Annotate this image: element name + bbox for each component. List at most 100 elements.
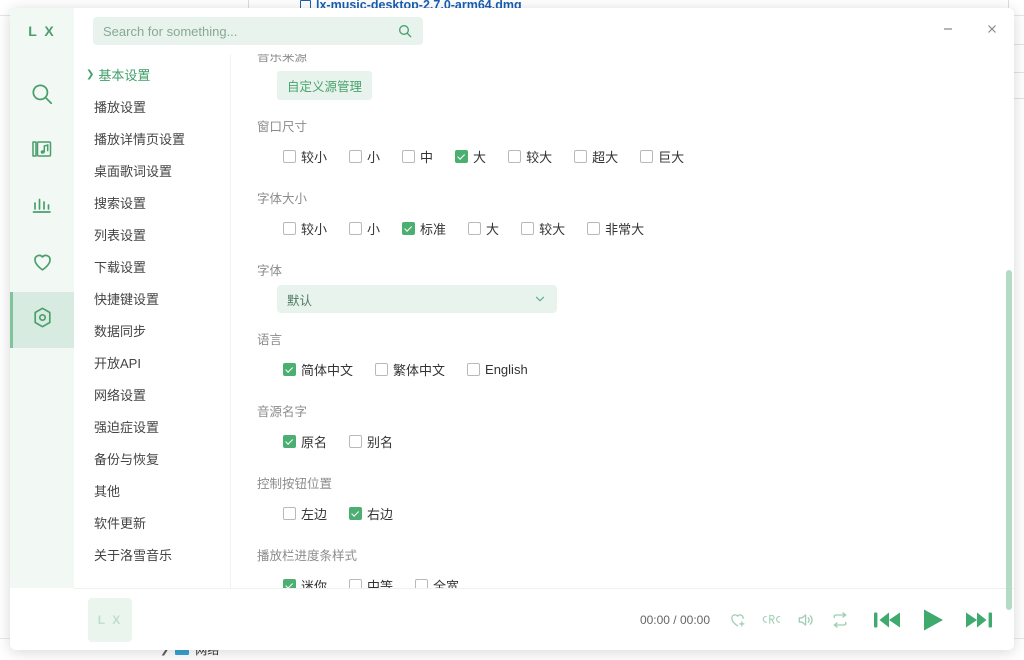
close-button[interactable] [970,12,1014,46]
sidebar-item-search-settings[interactable]: 搜索设置 [74,186,230,218]
checkbox-icon[interactable] [349,150,363,163]
rail-item-songlist[interactable] [10,124,74,180]
checkbox-icon[interactable] [521,222,535,235]
sidebar-item-ocd-settings[interactable]: 强迫症设置 [74,410,230,442]
custom-source-manage-button[interactable]: 自定义源管理 [277,71,373,100]
sidebar-item-about[interactable]: 关于洛雪音乐 [74,538,230,570]
search-icon[interactable] [397,23,413,39]
sidebar-item-open-api[interactable]: 开放API [74,346,230,378]
option-window-size-0[interactable]: 较小 [277,143,333,170]
sidebar-item-software-update[interactable]: 软件更新 [74,506,230,538]
next-button[interactable] [964,607,994,633]
sidebar-item-hotkey-settings[interactable]: 快捷键设置 [74,282,230,314]
sidebar-item-other[interactable]: 其他 [74,474,230,506]
option-label: 标准 [420,222,447,237]
checkbox-icon[interactable] [415,579,429,588]
option-window-size-6[interactable]: 巨大 [634,143,690,170]
checkbox-icon[interactable] [283,507,296,520]
option-label: 大 [473,150,487,165]
play-button[interactable] [918,605,948,635]
option-language-1[interactable]: 繁体中文 [369,356,451,383]
section-control-button-position: 控制按钮位置 左边 右边 [255,459,994,529]
checkbox-icon[interactable] [349,435,363,448]
checkbox-icon[interactable] [283,579,296,588]
sidebar-item-label: 备份与恢复 [94,451,160,467]
sidebar-item-playback-settings[interactable]: 播放设置 [74,90,230,122]
rail-item-favorite[interactable] [10,236,74,292]
option-window-size-4[interactable]: 较大 [502,143,558,170]
checkbox-icon[interactable] [402,150,416,163]
checkbox-icon[interactable] [283,363,296,376]
previous-button[interactable] [872,607,902,633]
checkbox-icon[interactable] [349,579,363,588]
font-select[interactable]: 默认 [277,285,557,313]
option-font-size-3[interactable]: 大 [462,215,505,242]
icon-rail: L X [10,8,74,588]
settings-scrollbar[interactable] [1006,54,1012,610]
checkbox-icon[interactable] [587,222,601,235]
checkbox-icon[interactable] [349,507,363,520]
option-label: 繁体中文 [393,363,446,378]
option-label: 超大 [592,150,619,165]
checkbox-icon[interactable] [574,150,588,163]
settings-nav-list[interactable]: ❯ 基本设置 播放设置 播放详情页设置 桌面歌词设置 搜索设置 列表设置 下载设… [74,54,230,588]
checkbox-icon[interactable] [640,150,654,163]
sidebar-item-data-sync[interactable]: 数据同步 [74,314,230,346]
option-font-size-1[interactable]: 小 [343,215,386,242]
option-control-position-0[interactable]: 左边 [277,500,333,527]
checkbox-icon[interactable] [468,222,482,235]
sidebar-item-list-settings[interactable]: 列表设置 [74,218,230,250]
option-window-size-5[interactable]: 超大 [568,143,624,170]
option-window-size-2[interactable]: 中 [396,143,439,170]
option-progress-style-1[interactable]: 中等 [343,572,399,588]
option-language-2[interactable]: English [461,358,534,381]
section-title: 播放栏进度条样式 [257,549,358,563]
checkbox-icon[interactable] [467,363,481,376]
settings-scroll-area[interactable]: 音乐来源 自定义源管理 窗口尺寸 较小 小 中 大 较大 超大 巨大 字体大小 … [231,8,1014,588]
option-label: 非常大 [605,222,645,237]
checkbox-icon[interactable] [402,222,416,235]
scrollbar-thumb[interactable] [1006,270,1012,610]
add-to-favorites-icon[interactable] [728,610,747,629]
repeat-icon[interactable] [830,610,850,630]
option-language-0[interactable]: 简体中文 [277,356,359,383]
search-input[interactable] [103,23,397,39]
checkbox-icon[interactable] [375,363,389,376]
sidebar-item-backup-restore[interactable]: 备份与恢复 [74,442,230,474]
option-window-size-1[interactable]: 小 [343,143,386,170]
rail-item-settings[interactable] [10,292,74,348]
checkbox-icon[interactable] [455,150,469,163]
option-font-size-0[interactable]: 较小 [277,215,333,242]
option-font-size-2[interactable]: 标准 [396,215,452,242]
option-label: English [485,362,528,377]
minimize-button[interactable] [926,12,970,46]
option-font-size-5[interactable]: 非常大 [581,215,650,242]
section-font-size: 字体大小 较小 小 标准 大 较大 非常大 [255,174,994,244]
section-window-size: 窗口尺寸 较小 小 中 大 较大 超大 巨大 [255,102,994,172]
sidebar-item-network-settings[interactable]: 网络设置 [74,378,230,410]
section-title: 字体 [257,264,283,278]
option-progress-style-0[interactable]: 迷你 [277,572,333,588]
checkbox-icon[interactable] [349,222,363,235]
option-source-name-0[interactable]: 原名 [277,428,333,455]
checkbox-icon[interactable] [283,222,296,235]
checkbox-icon[interactable] [508,150,522,163]
sidebar-item-playdetail-settings[interactable]: 播放详情页设置 [74,122,230,154]
control-button-position-options: 左边 右边 [277,498,994,529]
search-box[interactable] [93,17,423,45]
sidebar-item-basic-settings[interactable]: ❯ 基本设置 [74,58,230,90]
rail-item-search[interactable] [10,68,74,124]
volume-icon[interactable] [796,610,816,630]
option-progress-style-2[interactable]: 全宽 [409,572,465,588]
sidebar-item-download-settings[interactable]: 下载设置 [74,250,230,282]
checkbox-icon[interactable] [283,150,296,163]
lyrics-icon[interactable] [761,610,782,629]
rail-item-leaderboard[interactable] [10,180,74,236]
sidebar-item-desktop-lyrics-settings[interactable]: 桌面歌词设置 [74,154,230,186]
option-source-name-1[interactable]: 别名 [343,428,399,455]
option-font-size-4[interactable]: 较大 [515,215,571,242]
checkbox-icon[interactable] [283,435,296,448]
section-music-source: 音乐来源 自定义源管理 [255,46,994,100]
option-control-position-1[interactable]: 右边 [343,500,399,527]
option-window-size-3[interactable]: 大 [449,143,492,170]
